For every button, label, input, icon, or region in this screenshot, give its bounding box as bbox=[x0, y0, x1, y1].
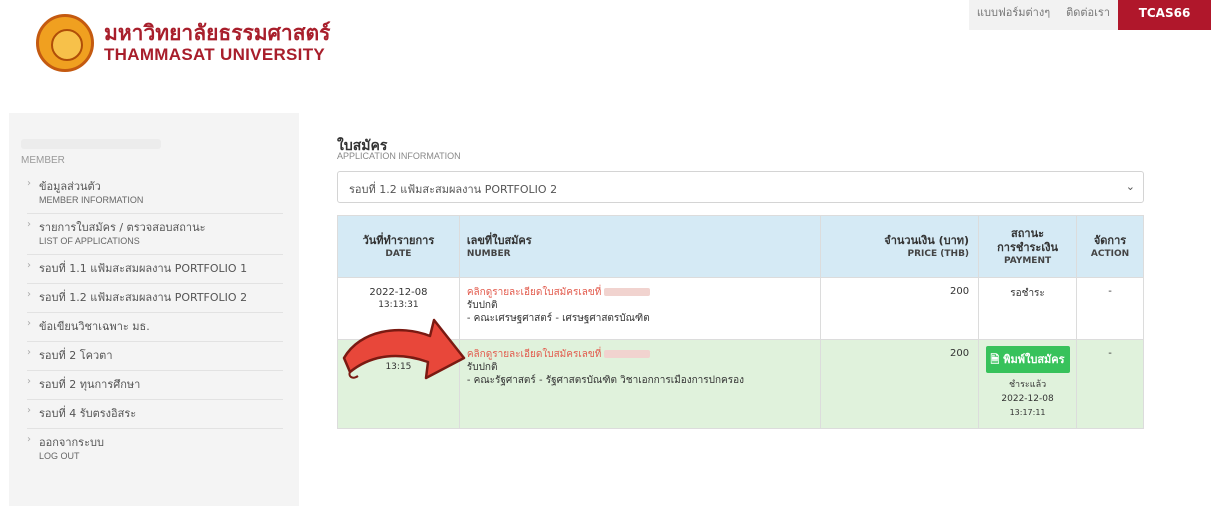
round-select-value: รอบที่ 1.2 แฟ้มสะสมผลงาน PORTFOLIO 2 bbox=[349, 183, 558, 196]
sidebar-item-label: รอบที่ 2 ทุนการศึกษา bbox=[39, 378, 141, 391]
sidebar-item-scholarship[interactable]: รอบที่ 2 ทุนการศึกษา bbox=[27, 371, 283, 400]
header-th: จำนวนเงิน (บาท) bbox=[884, 233, 970, 247]
sidebar-item-applications[interactable]: รายการใบสมัคร / ตรวจสอบสถานะ LIST OF APP… bbox=[27, 214, 283, 255]
row-faculty: - คณะรัฐศาสตร์ - รัฐศาสตรบัณฑิต วิชาเอกก… bbox=[466, 375, 745, 386]
sidebar: MEMBER ข้อมูลส่วนตัว MEMBER INFORMATION … bbox=[9, 113, 299, 506]
sidebar-item-member-info[interactable]: ข้อมูลส่วนตัว MEMBER INFORMATION bbox=[27, 173, 283, 214]
sidebar-item-direct-admission[interactable]: รอบที่ 4 รับตรงอิสระ bbox=[27, 400, 283, 429]
row-date: 2022-12-08 bbox=[369, 287, 428, 298]
sidebar-item-portfolio-2[interactable]: รอบที่ 1.2 แฟ้มสะสมผลงาน PORTFOLIO 2 bbox=[27, 284, 283, 313]
cell-payment-status: 🗎 พิมพ์ใบสมัคร ชำระแล้ว 2022-12-08 13:17… bbox=[978, 339, 1078, 429]
sidebar-item-sublabel: LIST OF APPLICATIONS bbox=[39, 236, 140, 246]
sidebar-item-quota[interactable]: รอบที่ 2 โควตา bbox=[27, 342, 283, 371]
sidebar-item-label: รอบที่ 2 โควตา bbox=[39, 349, 113, 362]
red-arrow-icon bbox=[342, 318, 466, 380]
cell-number: คลิกดูรายละเอียดใบสมัครเลขที่ รับปกติ - … bbox=[458, 277, 822, 340]
header-en: PRICE (THB) bbox=[907, 248, 970, 259]
university-seal-icon bbox=[36, 14, 94, 72]
header-th: วันที่ทำรายการ bbox=[362, 233, 435, 247]
logo-text: มหาวิทยาลัยธรรมศาสตร์ THAMMASAT UNIVERSI… bbox=[104, 21, 330, 65]
header-en: ACTION bbox=[1090, 248, 1130, 259]
top-navigation: แบบฟอร์มต่างๆ ติดต่อเรา TCAS66 bbox=[968, 0, 1211, 30]
page-subtitle: APPLICATION INFORMATION bbox=[337, 151, 461, 161]
header-th: การชำระเงิน bbox=[997, 240, 1058, 254]
header-th: สถานะ bbox=[1011, 226, 1045, 240]
application-detail-link[interactable]: คลิกดูรายละเอียดใบสมัครเลขที่ bbox=[467, 348, 820, 361]
sidebar-item-portfolio-1[interactable]: รอบที่ 1.1 แฟ้มสะสมผลงาน PORTFOLIO 1 bbox=[27, 255, 283, 284]
sidebar-item-label: ข้อมูลส่วนตัว bbox=[39, 180, 101, 193]
row-faculty: - คณะเศรษฐศาสตร์ - เศรษฐศาสตรบัณฑิต bbox=[466, 313, 650, 324]
logo-english-name: THAMMASAT UNIVERSITY bbox=[104, 45, 326, 64]
header-th: จัดการ bbox=[1093, 233, 1127, 247]
link-text: คลิกดูรายละเอียดใบสมัครเลขที่ bbox=[466, 287, 602, 298]
header-th: เลขที่ใบสมัคร bbox=[466, 233, 532, 247]
cell-price: 200 bbox=[820, 339, 980, 429]
cell-action: - bbox=[1076, 339, 1144, 429]
paid-date: 2022-12-08 bbox=[1001, 394, 1054, 404]
member-name-blurred bbox=[21, 133, 211, 149]
logo-thai-name: มหาวิทยาลัยธรรมศาสตร์ bbox=[104, 21, 331, 45]
nav-contact-link[interactable]: ติดต่อเรา bbox=[1058, 0, 1118, 30]
row-program: รับปกติ bbox=[466, 300, 498, 311]
cell-action: - bbox=[1076, 277, 1144, 340]
sidebar-item-label: รอบที่ 1.2 แฟ้มสะสมผลงาน PORTFOLIO 2 bbox=[39, 291, 248, 304]
application-detail-link[interactable]: คลิกดูรายละเอียดใบสมัครเลขที่ bbox=[467, 286, 820, 299]
print-application-button[interactable]: 🗎 พิมพ์ใบสมัคร bbox=[985, 346, 1070, 373]
nav-forms-link[interactable]: แบบฟอร์มต่างๆ bbox=[968, 0, 1059, 30]
university-logo[interactable]: มหาวิทยาลัยธรรมศาสตร์ THAMMASAT UNIVERSI… bbox=[36, 14, 330, 72]
sidebar-item-label: รายการใบสมัคร / ตรวจสอบสถานะ bbox=[39, 221, 206, 234]
header-en: PAYMENT bbox=[1003, 255, 1052, 266]
chevron-down-icon: ⌄ bbox=[1125, 180, 1135, 193]
table-header-row: วันที่ทำรายการ DATE เลขที่ใบสมัคร NUMBER… bbox=[337, 215, 1144, 278]
column-header-action: จัดการ ACTION bbox=[1076, 215, 1144, 278]
column-header-price: จำนวนเงิน (บาท) PRICE (THB) bbox=[820, 215, 980, 278]
sidebar-item-logout[interactable]: ออกจากระบบ LOG OUT bbox=[27, 429, 283, 469]
sidebar-menu: ข้อมูลส่วนตัว MEMBER INFORMATION รายการใ… bbox=[27, 173, 283, 469]
header-en: NUMBER bbox=[466, 248, 511, 259]
row-program: รับปกติ bbox=[466, 362, 498, 373]
sidebar-item-written-exam[interactable]: ข้อเขียนวิชาเฉพาะ มธ. bbox=[27, 313, 283, 342]
member-label: MEMBER bbox=[21, 155, 65, 166]
header-en: DATE bbox=[385, 248, 412, 259]
tcas-badge-button[interactable]: TCAS66 bbox=[1118, 0, 1211, 30]
cell-number: คลิกดูรายละเอียดใบสมัครเลขที่ รับปกติ - … bbox=[458, 339, 822, 429]
sidebar-item-sublabel: MEMBER INFORMATION bbox=[39, 195, 144, 205]
round-select[interactable]: รอบที่ 1.2 แฟ้มสะสมผลงาน PORTFOLIO 2 ⌄ bbox=[337, 171, 1144, 203]
application-number-blurred bbox=[604, 288, 651, 296]
cell-payment-status: รอชำระ bbox=[978, 277, 1078, 340]
print-button-label: พิมพ์ใบสมัคร bbox=[1003, 353, 1065, 366]
sidebar-item-label: รอบที่ 4 รับตรงอิสระ bbox=[39, 407, 137, 420]
sidebar-item-label: ข้อเขียนวิชาเฉพาะ มธ. bbox=[39, 320, 150, 333]
application-number-blurred bbox=[604, 350, 651, 358]
column-header-date: วันที่ทำรายการ DATE bbox=[337, 215, 460, 278]
cell-price: 200 bbox=[820, 277, 980, 340]
sidebar-item-label: ออกจากระบบ bbox=[39, 436, 104, 449]
link-text: คลิกดูรายละเอียดใบสมัครเลขที่ bbox=[466, 349, 602, 360]
column-header-number: เลขที่ใบสมัคร NUMBER bbox=[458, 215, 822, 278]
sidebar-item-sublabel: LOG OUT bbox=[39, 451, 80, 461]
column-header-payment: สถานะ การชำระเงิน PAYMENT bbox=[978, 215, 1078, 278]
payment-status: ชำระแล้ว bbox=[1008, 380, 1047, 390]
paid-time: 13:17:11 bbox=[1009, 408, 1046, 417]
document-icon: 🗎 bbox=[990, 353, 1000, 366]
sidebar-item-label: รอบที่ 1.1 แฟ้มสะสมผลงาน PORTFOLIO 1 bbox=[39, 262, 248, 275]
